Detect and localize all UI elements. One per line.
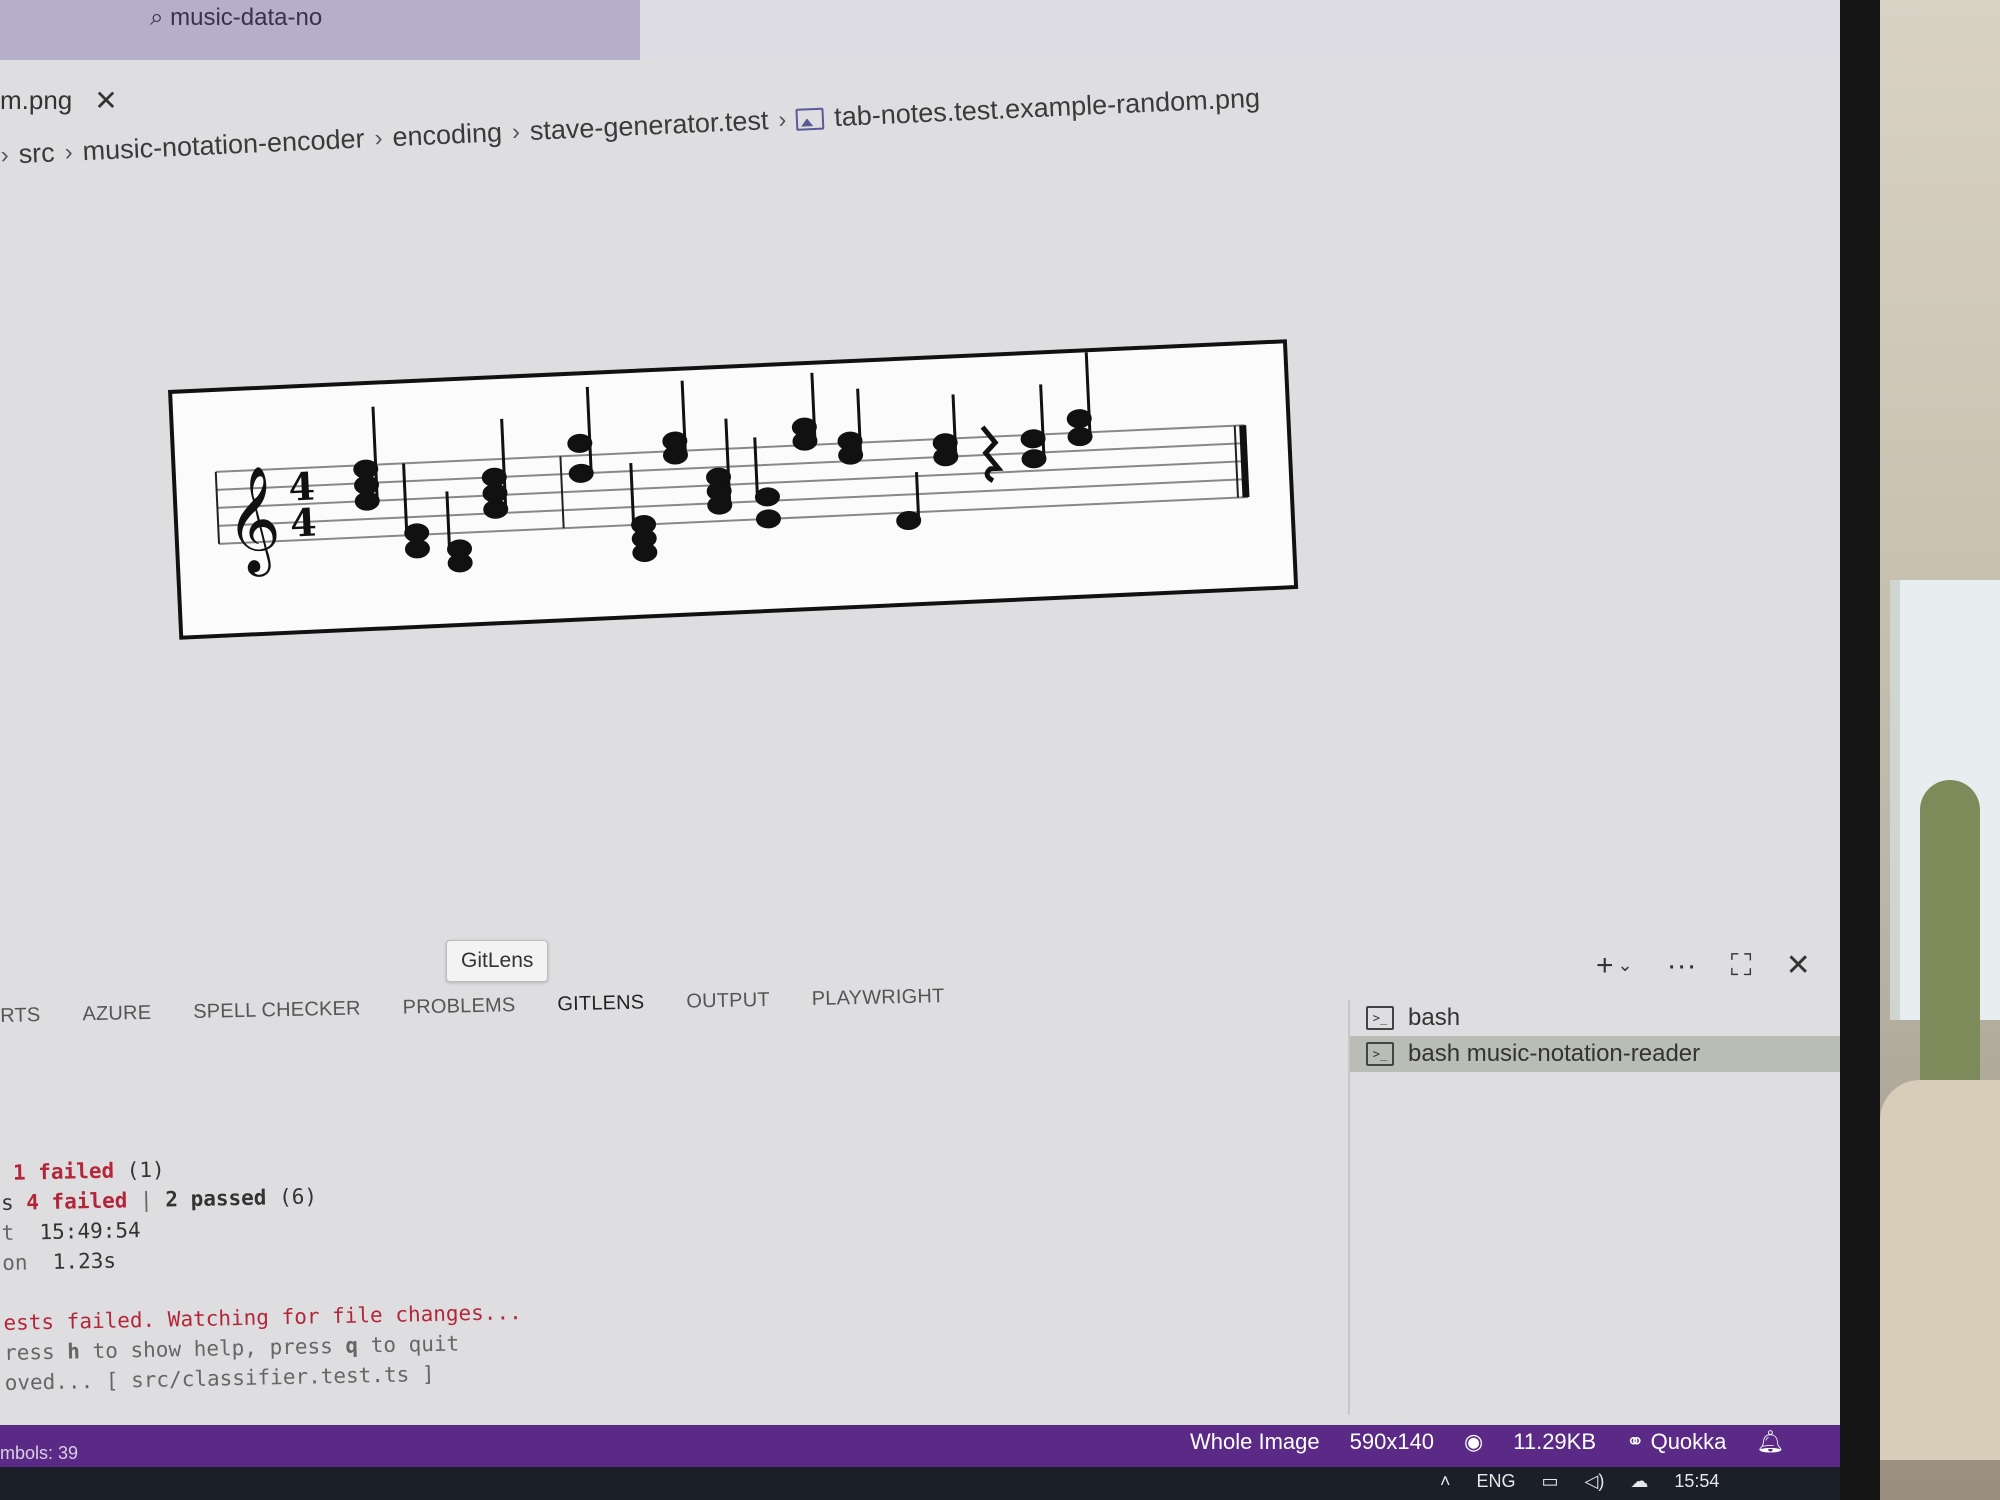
tab-azure[interactable]: AZURE [82, 1002, 151, 1026]
breadcrumb-separator: › [777, 105, 787, 134]
close-icon[interactable]: ✕ [94, 84, 117, 117]
breadcrumb-item[interactable]: tab-notes.test.example-random.png [834, 83, 1261, 133]
breadcrumb-separator: › [64, 138, 74, 166]
tab-gitlens[interactable]: GITLENS [557, 992, 644, 1017]
status-whole-image[interactable]: Whole Image [1190, 1429, 1320, 1455]
music-staff-image: 𝄞 4 4 [168, 339, 1299, 640]
music-staff-svg: 𝄞 4 4 [214, 352, 1250, 578]
breadcrumb-separator: › [373, 124, 384, 152]
maximize-panel-button[interactable]: ⛶ [1731, 949, 1752, 983]
terminal-icon: >_ [1366, 1042, 1394, 1066]
plant-pot [1880, 1080, 2000, 1460]
image-preview: 𝄞 4 4 [168, 339, 1308, 640]
breadcrumb-separator: › [0, 141, 10, 169]
os-taskbar: ˄ ENG ▭ ◁) ☁ 15:54 [0, 1467, 1850, 1500]
status-image-dimensions[interactable]: 590x140 [1350, 1429, 1434, 1455]
monitor-bezel [1840, 0, 1880, 1500]
terminal-list-item-label: bash [1408, 1004, 1461, 1031]
cloud-icon[interactable]: ☁ [1630, 1471, 1648, 1492]
terminal-output[interactable]: 1 failed (1) s 4 failed | 2 passed (6) t 1… [0, 1147, 523, 1398]
chevron-up-icon[interactable]: ˄ [1440, 1471, 1451, 1492]
breadcrumb-separator: › [511, 117, 521, 146]
terminal-list-item[interactable]: >_ bash [1350, 1000, 1842, 1036]
gitlens-tooltip: GitLens [446, 940, 549, 982]
clock-time[interactable]: 15:54 [1674, 1471, 1719, 1492]
panel-tab-bar: RTS AZURE SPELL CHECKER PROBLEMS GITLENS… [0, 985, 945, 1028]
image-file-icon [795, 107, 825, 131]
editor-tab[interactable]: m.png ✕ [0, 80, 118, 120]
breadcrumb: › src › music-notation-encoder › encodin… [0, 83, 1261, 171]
language-indicator[interactable]: ENG [1477, 1471, 1516, 1492]
editor-tab-label: m.png [0, 84, 73, 115]
breadcrumb-item[interactable]: encoding [392, 117, 503, 153]
network-icon[interactable]: ▭ [1542, 1471, 1559, 1492]
svg-text:4: 4 [289, 499, 317, 545]
status-symbols-count[interactable]: mbols: 39 [0, 1443, 78, 1464]
terminal-list-item-label: bash music-notation-reader [1408, 1040, 1701, 1067]
command-center[interactable]: ⌕ music-data-no [0, 0, 640, 60]
breadcrumb-item[interactable]: music-notation-encoder [82, 123, 365, 167]
room-background [1880, 0, 2000, 1500]
chevron-down-icon[interactable]: ⌄ [1618, 955, 1633, 976]
tab-problems[interactable]: PROBLEMS [402, 994, 515, 1019]
tab-playwright[interactable]: PLAYWRIGHT [812, 985, 945, 1011]
new-terminal-button[interactable]: + [1596, 949, 1614, 983]
title-bar: ⌕ music-data-no [0, 0, 1840, 60]
terminal-icon: >_ [1366, 1006, 1394, 1030]
breadcrumb-item[interactable]: src [18, 138, 55, 171]
copilot-icon[interactable]: ◉ [1464, 1429, 1483, 1455]
command-center-text: ⌕ music-data-no [150, 4, 323, 31]
tab-spell-checker[interactable]: SPELL CHECKER [193, 997, 361, 1024]
more-actions-button[interactable]: ··· [1667, 949, 1697, 983]
bell-icon[interactable]: 🔔︎ [1756, 1429, 1784, 1455]
close-panel-button[interactable]: ✕ [1786, 948, 1811, 983]
panel-actions: + ⌄ ··· ⛶ ✕ [1596, 948, 1811, 983]
tab-ports[interactable]: RTS [0, 1004, 41, 1028]
volume-icon[interactable]: ◁) [1585, 1471, 1605, 1492]
breadcrumb-item[interactable]: stave-generator.test [529, 105, 769, 147]
treble-clef-icon: 𝄞 [224, 464, 283, 578]
plant [1920, 780, 1980, 1080]
terminal-list-item[interactable]: >_ bash music-notation-reader [1350, 1036, 1842, 1072]
terminal-list: >_ bash >_ bash music-notation-reader [1348, 1000, 1842, 1415]
tab-output[interactable]: OUTPUT [686, 989, 770, 1014]
status-bar: mbols: 39 Whole Image 590x140 ◉ 11.29KB … [0, 1425, 1850, 1467]
monitor-screen: ⌕ music-data-no m.png ✕ › src › music-no… [0, 0, 1850, 1500]
status-quokka[interactable]: ⚭ Quokka [1626, 1429, 1726, 1455]
status-file-size[interactable]: 11.29KB [1513, 1429, 1596, 1455]
